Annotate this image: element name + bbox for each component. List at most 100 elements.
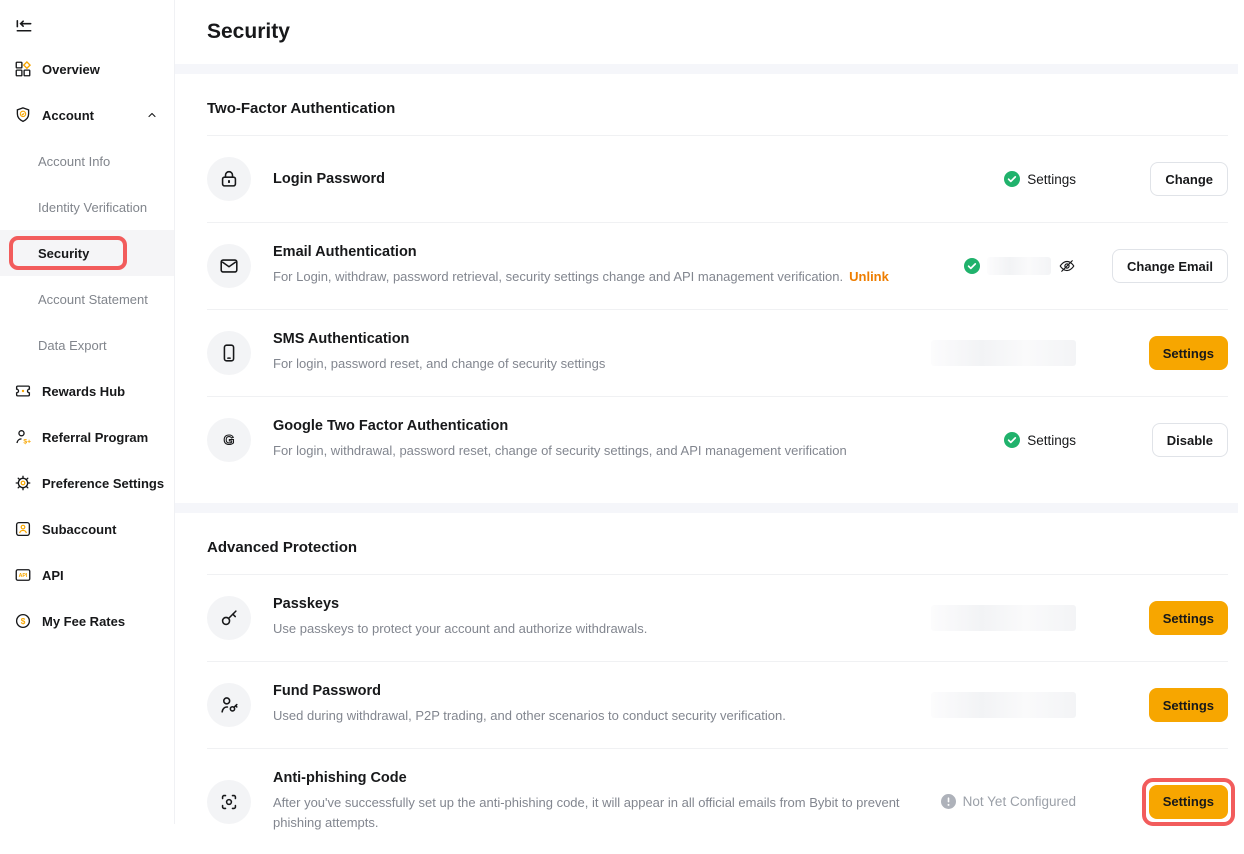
check-circle-icon — [964, 258, 980, 274]
svg-text:G: G — [224, 433, 235, 448]
page-title: Security — [207, 20, 1228, 44]
row-title: Login Password — [273, 171, 910, 187]
row-email-authentication: Email Authentication For Login, withdraw… — [207, 222, 1228, 309]
row-description: Used during withdrawal, P2P trading, and… — [273, 706, 910, 726]
sidebar-item-my-fee-rates[interactable]: $ My Fee Rates — [0, 598, 174, 644]
section-heading-two-factor: Two-Factor Authentication — [207, 100, 1228, 117]
sidebar-item-account[interactable]: Account — [0, 92, 174, 138]
sidebar-item-label: API — [42, 568, 64, 583]
person-key-icon — [207, 683, 251, 727]
section-heading-advanced-protection: Advanced Protection — [207, 539, 1228, 556]
person-plus-icon: $+ — [14, 428, 32, 446]
email-status — [926, 257, 1076, 275]
security-settings-page: Security Two-Factor Authentication Login… — [175, 0, 1244, 824]
row-description: Use passkeys to protect your account and… — [273, 619, 910, 639]
sidebar-item-label: Account — [42, 108, 94, 123]
svg-text:API: API — [19, 573, 28, 579]
dollar-circle-icon: $ — [14, 612, 32, 630]
row-google-two-factor: G Google Two Factor Authentication For l… — [207, 396, 1228, 483]
key-icon — [207, 596, 251, 640]
row-fund-password: Fund Password Used during withdrawal, P2… — [207, 661, 1228, 748]
anti-phishing-status: Not Yet Configured — [926, 794, 1076, 809]
row-title: SMS Authentication — [273, 331, 910, 347]
scan-icon — [207, 780, 251, 824]
fund-password-settings-button[interactable]: Settings — [1149, 688, 1228, 722]
grid-icon — [14, 60, 32, 78]
sidebar-item-referral-program[interactable]: $+ Referral Program — [0, 414, 174, 460]
ticket-icon — [14, 382, 32, 400]
change-password-button[interactable]: Change — [1150, 162, 1228, 196]
phone-icon — [207, 331, 251, 375]
row-title: Email Authentication — [273, 244, 910, 260]
row-login-password: Login Password Settings Change — [207, 135, 1228, 222]
sidebar-item-subaccount[interactable]: Subaccount — [0, 506, 174, 552]
sidebar-item-rewards-hub[interactable]: Rewards Hub — [0, 368, 174, 414]
row-title: Fund Password — [273, 683, 910, 699]
section-divider — [175, 64, 1238, 74]
google-icon: G — [207, 418, 251, 462]
sidebar-item-overview[interactable]: Overview — [0, 46, 174, 92]
section-divider — [175, 503, 1238, 513]
fund-password-status — [926, 692, 1076, 718]
row-description: For Login, withdraw, password retrieval,… — [273, 267, 910, 287]
collapse-sidebar-button[interactable] — [0, 8, 174, 46]
api-icon: API — [14, 566, 32, 584]
sidebar-item-label: Referral Program — [42, 430, 148, 445]
sidebar-item-preference-settings[interactable]: Preference Settings — [0, 460, 174, 506]
mail-icon — [207, 244, 251, 288]
row-anti-phishing-code: Anti-phishing Code After you've successf… — [207, 748, 1228, 854]
sidebar-item-security[interactable]: Security — [0, 230, 174, 276]
passkeys-settings-button[interactable]: Settings — [1149, 601, 1228, 635]
collapse-sidebar-icon — [14, 17, 34, 37]
sidebar-item-api[interactable]: API API — [0, 552, 174, 598]
gear-icon — [14, 474, 32, 492]
svg-text:$+: $+ — [23, 438, 31, 445]
passkeys-status — [926, 605, 1076, 631]
google-2fa-status: Settings — [926, 432, 1076, 448]
row-passkeys: Passkeys Use passkeys to protect your ac… — [207, 574, 1228, 661]
sidebar-item-label: My Fee Rates — [42, 614, 125, 629]
lock-icon — [207, 157, 251, 201]
unlink-link[interactable]: Unlink — [849, 269, 889, 284]
redacted-phone-value — [931, 340, 1076, 366]
login-password-status: Settings — [926, 171, 1076, 187]
row-description: For login, password reset, and change of… — [273, 354, 910, 374]
anti-phishing-settings-button[interactable]: Settings — [1149, 785, 1228, 819]
chevron-up-icon — [146, 109, 158, 121]
row-title: Google Two Factor Authentication — [273, 418, 910, 434]
sidebar-item-account-statement[interactable]: Account Statement — [0, 276, 174, 322]
info-icon — [941, 794, 956, 809]
check-circle-icon — [1004, 171, 1020, 187]
eye-off-icon[interactable] — [1058, 257, 1076, 275]
svg-text:$: $ — [21, 617, 26, 626]
row-sms-authentication: SMS Authentication For login, password r… — [207, 309, 1228, 396]
subaccount-icon — [14, 520, 32, 538]
redacted-passkeys-value — [931, 605, 1076, 631]
sidebar-item-label: Subaccount — [42, 522, 116, 537]
shield-icon — [14, 106, 32, 124]
sidebar-item-identity-verification[interactable]: Identity Verification — [0, 184, 174, 230]
row-description: For login, withdrawal, password reset, c… — [273, 441, 910, 461]
sidebar-item-label: Preference Settings — [42, 476, 164, 491]
sidebar-item-label: Rewards Hub — [42, 384, 125, 399]
sidebar-item-account-info[interactable]: Account Info — [0, 138, 174, 184]
sidebar-item-label: Account Info — [38, 154, 110, 169]
row-description: After you've successfully set up the ant… — [273, 793, 910, 833]
google-2fa-disable-button[interactable]: Disable — [1152, 423, 1228, 457]
redacted-email-value — [987, 257, 1051, 275]
row-title: Passkeys — [273, 596, 910, 612]
sidebar-item-data-export[interactable]: Data Export — [0, 322, 174, 368]
change-email-button[interactable]: Change Email — [1112, 249, 1228, 283]
sms-status — [926, 340, 1076, 366]
sidebar-item-label: Identity Verification — [38, 200, 147, 215]
sidebar-item-label: Account Statement — [38, 292, 148, 307]
row-title: Anti-phishing Code — [273, 770, 910, 786]
status-label: Settings — [1027, 172, 1076, 187]
sms-settings-button[interactable]: Settings — [1149, 336, 1228, 370]
status-label: Settings — [1027, 433, 1076, 448]
sidebar-item-label: Data Export — [38, 338, 107, 353]
redacted-fund-password-value — [931, 692, 1076, 718]
sidebar-item-label: Security — [38, 246, 89, 261]
check-circle-icon — [1004, 432, 1020, 448]
sidebar-item-label: Overview — [42, 62, 100, 77]
